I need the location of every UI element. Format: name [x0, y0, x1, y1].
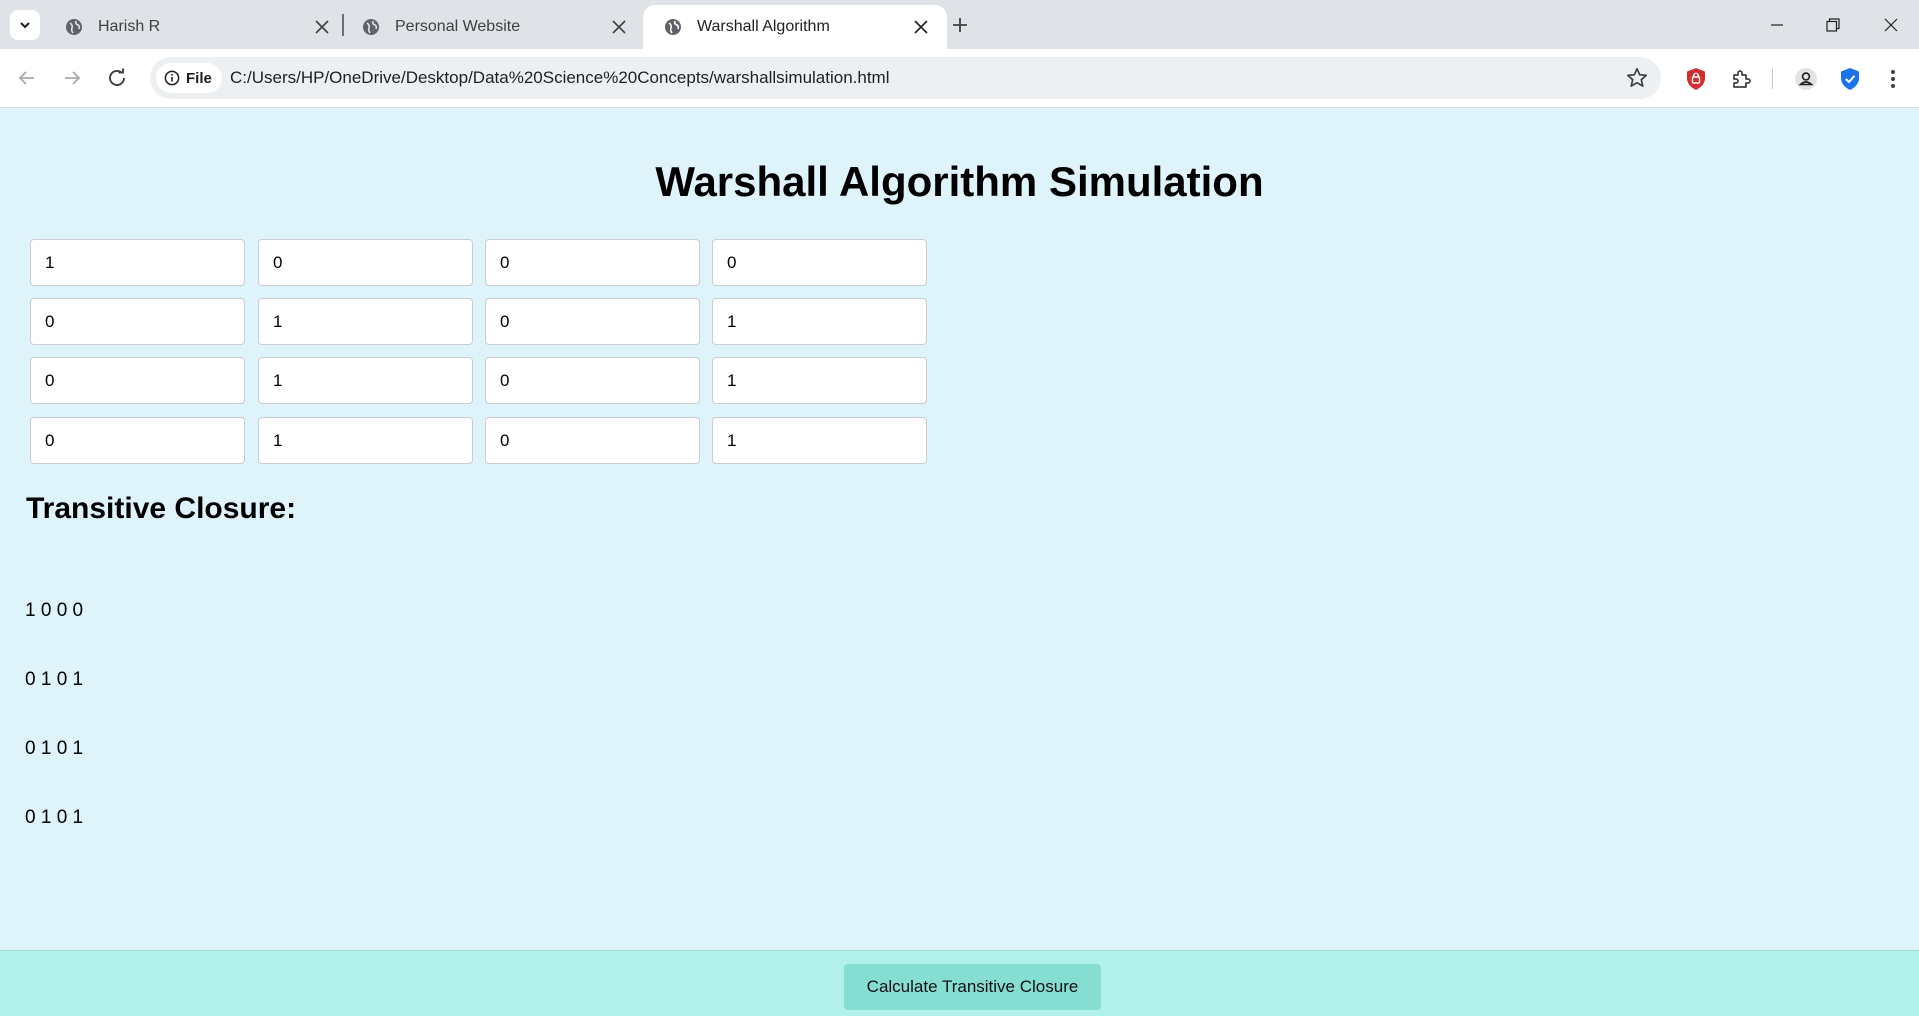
- tab-search-button[interactable]: [10, 10, 40, 40]
- matrix-cell-r3-c1[interactable]: [258, 417, 473, 464]
- tab-warshall-algorithm[interactable]: Warshall Algorithm: [643, 5, 947, 49]
- calculate-transitive-closure-button[interactable]: Calculate Transitive Closure: [844, 964, 1101, 1010]
- closure-row: 0 1 0 1: [25, 738, 84, 759]
- minimize-icon: [1771, 23, 1783, 26]
- tab-title: Personal Website: [395, 18, 521, 35]
- reload-icon: [109, 68, 125, 86]
- matrix-cell-r1-c3[interactable]: [712, 298, 927, 345]
- restore-button[interactable]: [1805, 0, 1861, 49]
- page-title: Warshall Algorithm Simulation: [655, 158, 1264, 205]
- profile-button[interactable]: [1793, 66, 1819, 92]
- globe-icon: [66, 19, 82, 35]
- matrix-cell-r1-c2[interactable]: [485, 298, 700, 345]
- shield-icon: [1687, 68, 1705, 90]
- arrow-left-icon: [18, 71, 34, 85]
- adblock-extension-button[interactable]: [1683, 66, 1709, 92]
- matrix-cell-r3-c0[interactable]: [30, 417, 245, 464]
- globe-icon: [665, 19, 681, 35]
- matrix-cell-r2-c0[interactable]: [30, 357, 245, 404]
- minimize-button[interactable]: [1749, 0, 1805, 49]
- shield-check-icon: [1841, 68, 1859, 90]
- matrix-cell-r0-c2[interactable]: [485, 239, 700, 286]
- chevron-down-icon: [20, 22, 30, 29]
- site-chip-label: File: [186, 69, 212, 87]
- matrix-cell-r2-c1[interactable]: [258, 357, 473, 404]
- matrix-cell-r0-c3[interactable]: [712, 239, 927, 286]
- reload-button[interactable]: [100, 61, 134, 95]
- close-window-button[interactable]: [1863, 0, 1919, 49]
- closure-heading: Transitive Closure:: [26, 492, 297, 525]
- globe-icon: [363, 19, 379, 35]
- closure-row: 1 0 0 0: [25, 600, 84, 621]
- close-tab-button[interactable]: [909, 15, 933, 39]
- browser-toolbar: File C:/Users/HP/OneDrive/Desktop/Data%2…: [0, 49, 1919, 108]
- site-info-chip[interactable]: File: [156, 63, 222, 93]
- menu-button[interactable]: [1880, 66, 1906, 92]
- close-icon: [1884, 18, 1898, 31]
- back-button[interactable]: [10, 61, 44, 95]
- matrix-cell-r1-c0[interactable]: [30, 298, 245, 345]
- tab-strip: Harish R Personal Website Warshall Algor…: [0, 0, 1919, 49]
- puzzle-icon: [1733, 70, 1751, 88]
- close-icon: [914, 20, 928, 34]
- close-icon: [612, 20, 626, 34]
- forward-button[interactable]: [55, 61, 89, 95]
- footer-bar: Calculate Transitive Closure: [0, 950, 1919, 1016]
- plus-icon: [953, 18, 967, 32]
- closure-row: 0 1 0 1: [25, 807, 84, 828]
- new-tab-button[interactable]: [946, 11, 974, 39]
- closure-result: 1 0 0 0 0 1 0 1 0 1 0 1 0 1 0 1: [25, 553, 83, 852]
- tab-title: Harish R: [98, 18, 161, 35]
- tab-title: Warshall Algorithm: [697, 18, 830, 35]
- matrix-cell-r3-c3[interactable]: [712, 417, 927, 464]
- security-extension-button[interactable]: [1837, 66, 1863, 92]
- extensions-button[interactable]: [1728, 66, 1754, 92]
- matrix-cell-r2-c2[interactable]: [485, 357, 700, 404]
- more-vert-icon: [1891, 70, 1895, 88]
- close-tab-button[interactable]: [310, 15, 334, 39]
- tab-harish[interactable]: Harish R: [44, 5, 348, 49]
- profile-icon: [1795, 68, 1817, 90]
- matrix-cell-r1-c1[interactable]: [258, 298, 473, 345]
- url-text[interactable]: C:/Users/HP/OneDrive/Desktop/Data%20Scie…: [230, 68, 890, 88]
- close-icon: [315, 20, 329, 34]
- restore-icon: [1826, 17, 1840, 32]
- star-icon[interactable]: [1625, 66, 1649, 90]
- matrix-cell-r0-c0[interactable]: [30, 239, 245, 286]
- matrix-cell-r3-c2[interactable]: [485, 417, 700, 464]
- tab-personal-website[interactable]: Personal Website: [341, 5, 645, 49]
- arrow-right-icon: [65, 71, 81, 85]
- matrix-cell-r0-c1[interactable]: [258, 239, 473, 286]
- address-bar[interactable]: File C:/Users/HP/OneDrive/Desktop/Data%2…: [150, 57, 1661, 99]
- info-icon: [164, 70, 180, 86]
- matrix-cell-r2-c3[interactable]: [712, 357, 927, 404]
- closure-row: 0 1 0 1: [25, 669, 84, 690]
- close-tab-button[interactable]: [607, 15, 631, 39]
- toolbar-separator: [1772, 69, 1773, 89]
